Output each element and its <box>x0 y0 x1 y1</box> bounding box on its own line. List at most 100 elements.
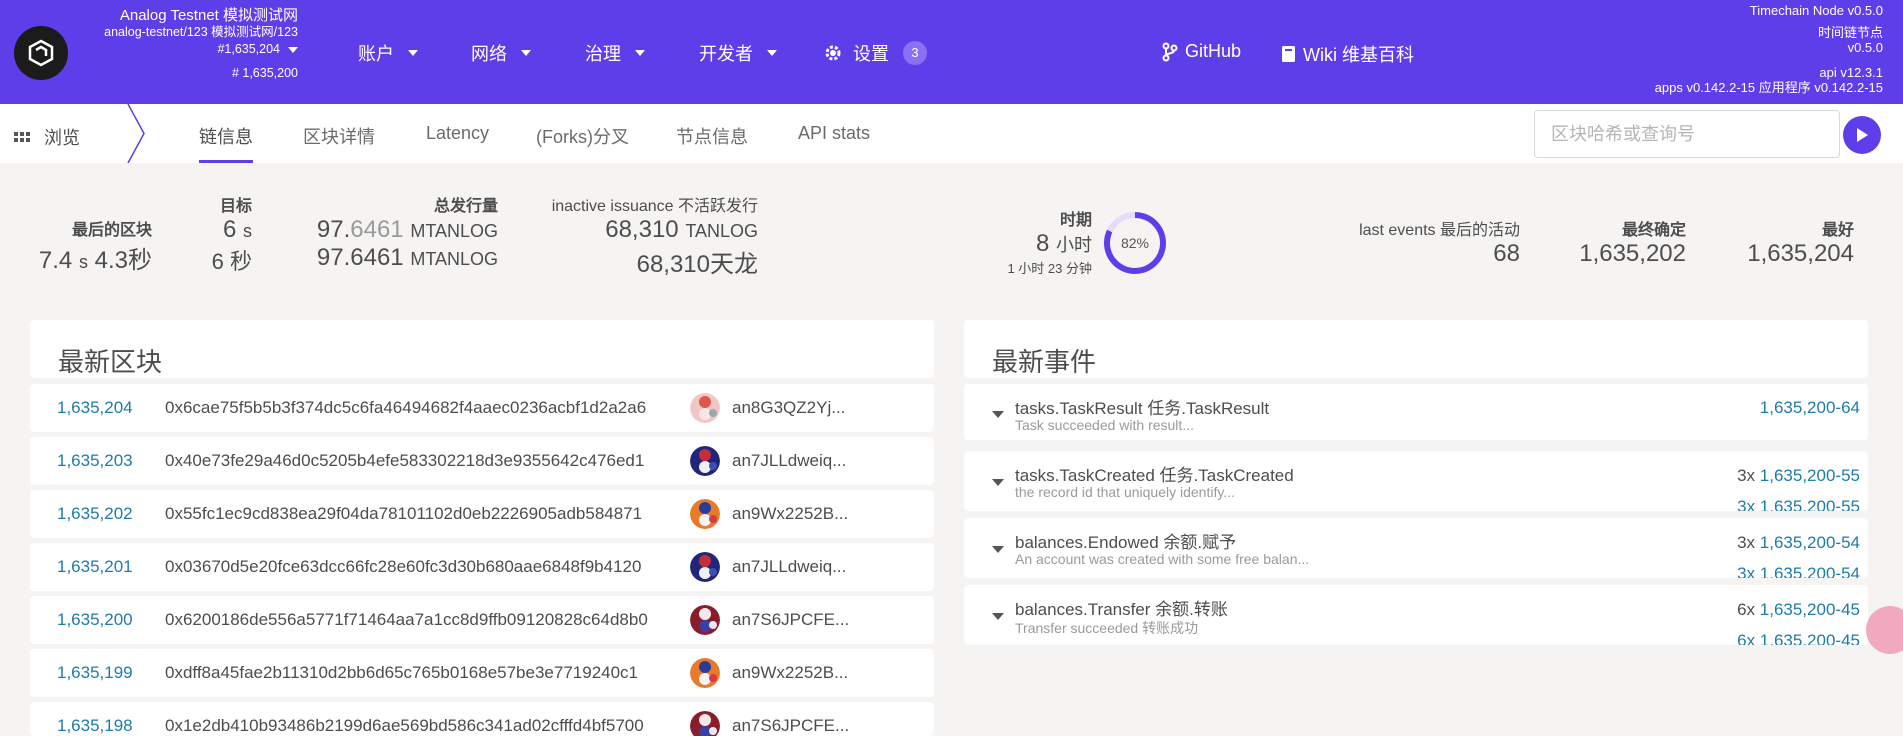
chain-name: Analog Testnet 模拟测试网 <box>119 7 298 24</box>
event-ref-link[interactable]: 3x 1,635,200-54 <box>1737 533 1860 553</box>
menu-accounts-label: 账户 <box>358 44 394 64</box>
chain-selector[interactable]: Analog Testnet 模拟测试网 analog-testnet/123 … <box>70 8 298 81</box>
event-ref-text-secondary: 6x 1,635,200-45 <box>1737 631 1860 645</box>
expand-caret-icon[interactable] <box>992 613 1004 620</box>
block-row: 1,635,198 0x1e2db410b93486b2199d6ae569bd… <box>30 702 934 736</box>
block-row: 1,635,202 0x55fc1ec9cd838ea29f04da781011… <box>30 490 934 538</box>
block-number-link[interactable]: 1,635,200 <box>57 610 133 630</box>
play-icon <box>1857 128 1868 142</box>
block-number-link[interactable]: 1,635,203 <box>57 451 133 471</box>
menu-network[interactable]: 网络 <box>471 40 531 66</box>
finalized-value: 1,635,202 <box>1579 240 1686 267</box>
event-row[interactable]: tasks.TaskResult 任务.TaskResult Task succ… <box>964 384 1868 440</box>
event-description: An account was created with some free ba… <box>1015 551 1310 567</box>
block-number-link[interactable]: 1,635,199 <box>57 663 133 683</box>
translate-widget-icon[interactable] <box>1866 606 1903 654</box>
epoch-label: 时期 <box>1059 212 1092 229</box>
tab-node-info-label: 节点信息 <box>676 127 748 147</box>
event-description: Task succeeded with result... <box>1015 417 1194 433</box>
chain-logo-icon[interactable] <box>14 26 68 80</box>
chevron-down-icon <box>767 50 777 56</box>
event-ref-link-secondary[interactable]: 3x 1,635,200-55 <box>1737 497 1860 511</box>
version-info: Timechain Node v0.5.0 时间链节点 v0.5.0 api v… <box>1655 3 1883 95</box>
event-title: balances.Transfer 余额.转账 <box>1015 600 1228 619</box>
event-ref-text: 1,635,200-45 <box>1759 600 1860 619</box>
summary-epoch: 时期 8 小时 1 小时 23 分钟 <box>980 206 1092 277</box>
github-link[interactable]: GitHub <box>1162 41 1241 62</box>
block-hash: 0x03670d5e20fce63dcc66fc28e60fc3d30b680a… <box>165 557 642 576</box>
expand-caret-icon[interactable] <box>992 479 1004 486</box>
menu-governance-label: 治理 <box>585 44 621 64</box>
event-row[interactable]: tasks.TaskCreated 任务.TaskCreated the rec… <box>964 451 1868 511</box>
best-value: 1,635,204 <box>1747 240 1854 267</box>
summary-total-issuance: 总发行量 97.6461 MTANLOG 97.6461 MTANLOG <box>300 192 498 272</box>
last-block-seconds: 7.4 <box>38 247 73 274</box>
block-author[interactable]: an7JLLdweiq... <box>732 451 846 471</box>
menu-settings[interactable]: 设置 3 <box>823 40 927 66</box>
browse-menu[interactable]: 浏览 <box>14 124 80 150</box>
top-bar: Analog Testnet 模拟测试网 analog-testnet/123 … <box>0 0 1903 104</box>
author-avatar <box>690 499 720 529</box>
block-author[interactable]: an7S6JPCFE... <box>732 716 849 736</box>
event-ref-text: 1,635,200-64 <box>1759 398 1860 417</box>
target-seconds: 6 <box>222 216 237 243</box>
block-author[interactable]: an7JLLdweiq... <box>732 557 846 577</box>
total-issuance-2: 97.6461 <box>316 244 404 271</box>
block-search-input[interactable] <box>1534 110 1840 158</box>
tab-chain-info[interactable]: 链信息 <box>199 123 253 163</box>
tab-api-stats-label: API stats <box>798 123 871 143</box>
event-ref-link[interactable]: 6x 1,635,200-45 <box>1737 600 1860 620</box>
block-author[interactable]: an8G3QZ2Yj... <box>732 398 845 418</box>
menu-accounts[interactable]: 账户 <box>358 40 418 66</box>
event-ref-text: 1,635,200-55 <box>1759 466 1860 485</box>
summary-last-block: 最后的区块 7.4 s 4.3秒 <box>30 216 152 275</box>
tab-latency[interactable]: Latency <box>426 123 489 163</box>
tab-node-info[interactable]: 节点信息 <box>676 123 748 163</box>
block-author[interactable]: an9Wx2252B... <box>732 663 848 683</box>
block-hash: 0x6200186de556a5771f71464aa7a1cc8d9ffb09… <box>165 610 648 629</box>
tab-forks[interactable]: (Forks)分叉 <box>536 123 629 163</box>
block-number-link[interactable]: 1,635,198 <box>57 716 133 736</box>
summary-inactive-issuance: inactive issuance 不活跃发行 68,310 TANLOG 68… <box>540 192 758 279</box>
recent-blocks-title: 最新区块 <box>58 347 163 377</box>
summary-finalized: 最终确定 1,635,202 <box>1560 216 1686 268</box>
event-ref-text: 1,635,200-54 <box>1759 533 1860 552</box>
expand-caret-icon[interactable] <box>992 411 1004 418</box>
block-author[interactable]: an9Wx2252B... <box>732 504 848 524</box>
event-ref-link[interactable]: 3x 1,635,200-55 <box>1737 466 1860 486</box>
wiki-link[interactable]: Wiki 维基百科 <box>1281 41 1414 67</box>
expand-caret-icon[interactable] <box>992 546 1004 553</box>
block-hash: 0x6cae75f5b5b3f374dc5c6fa46494682f4aaec0… <box>165 398 647 417</box>
chevron-down-icon <box>408 50 418 56</box>
browse-label: 浏览 <box>44 128 80 148</box>
event-multiplier: 3x <box>1737 533 1756 552</box>
tab-forks-label: (Forks)分叉 <box>536 127 629 147</box>
block-author[interactable]: an7S6JPCFE... <box>732 610 849 630</box>
event-ref-text-secondary: 3x 1,635,200-55 <box>1737 497 1860 511</box>
last-block-seconds-cn: 4.3秒 <box>94 247 152 274</box>
event-title: tasks.TaskCreated 任务.TaskCreated <box>1015 466 1294 485</box>
summary-target: 目标 6 s 6 秒 <box>196 192 252 276</box>
total-issuance-value: 97.6461 MTANLOG <box>300 216 498 244</box>
tab-block-details[interactable]: 区块详情 <box>303 123 375 163</box>
event-ref-link-secondary[interactable]: 6x 1,635,200-45 <box>1737 631 1860 645</box>
inactive-issuance-label: inactive issuance 不活跃发行 <box>540 192 758 216</box>
menu-governance[interactable]: 治理 <box>585 40 645 66</box>
book-icon <box>1282 46 1295 62</box>
block-number-link[interactable]: 1,635,204 <box>57 398 133 418</box>
event-row[interactable]: balances.Endowed 余额.赋予 An account was cr… <box>964 518 1868 578</box>
inactive-issuance-value-cn: 68,310天龙 <box>636 251 758 278</box>
block-number-link[interactable]: 1,635,201 <box>57 557 133 577</box>
block-number-link[interactable]: 1,635,202 <box>57 504 133 524</box>
event-ref-link[interactable]: 1,635,200-64 <box>1760 398 1860 418</box>
block-hash: 0x1e2db410b93486b2199d6ae569bd586c341ad0… <box>165 716 644 735</box>
menu-settings-label: 设置 <box>853 44 889 64</box>
tab-api-stats[interactable]: API stats <box>798 123 870 163</box>
event-row[interactable]: balances.Transfer 余额.转账 Transfer succeed… <box>964 585 1868 645</box>
branch-icon <box>1162 42 1178 61</box>
author-avatar <box>690 658 720 688</box>
last-events-label: last events 最后的活动 <box>1340 216 1520 240</box>
menu-developer[interactable]: 开发者 <box>699 40 777 66</box>
event-ref-link-secondary[interactable]: 3x 1,635,200-54 <box>1737 564 1860 578</box>
search-submit-button[interactable] <box>1843 116 1881 154</box>
